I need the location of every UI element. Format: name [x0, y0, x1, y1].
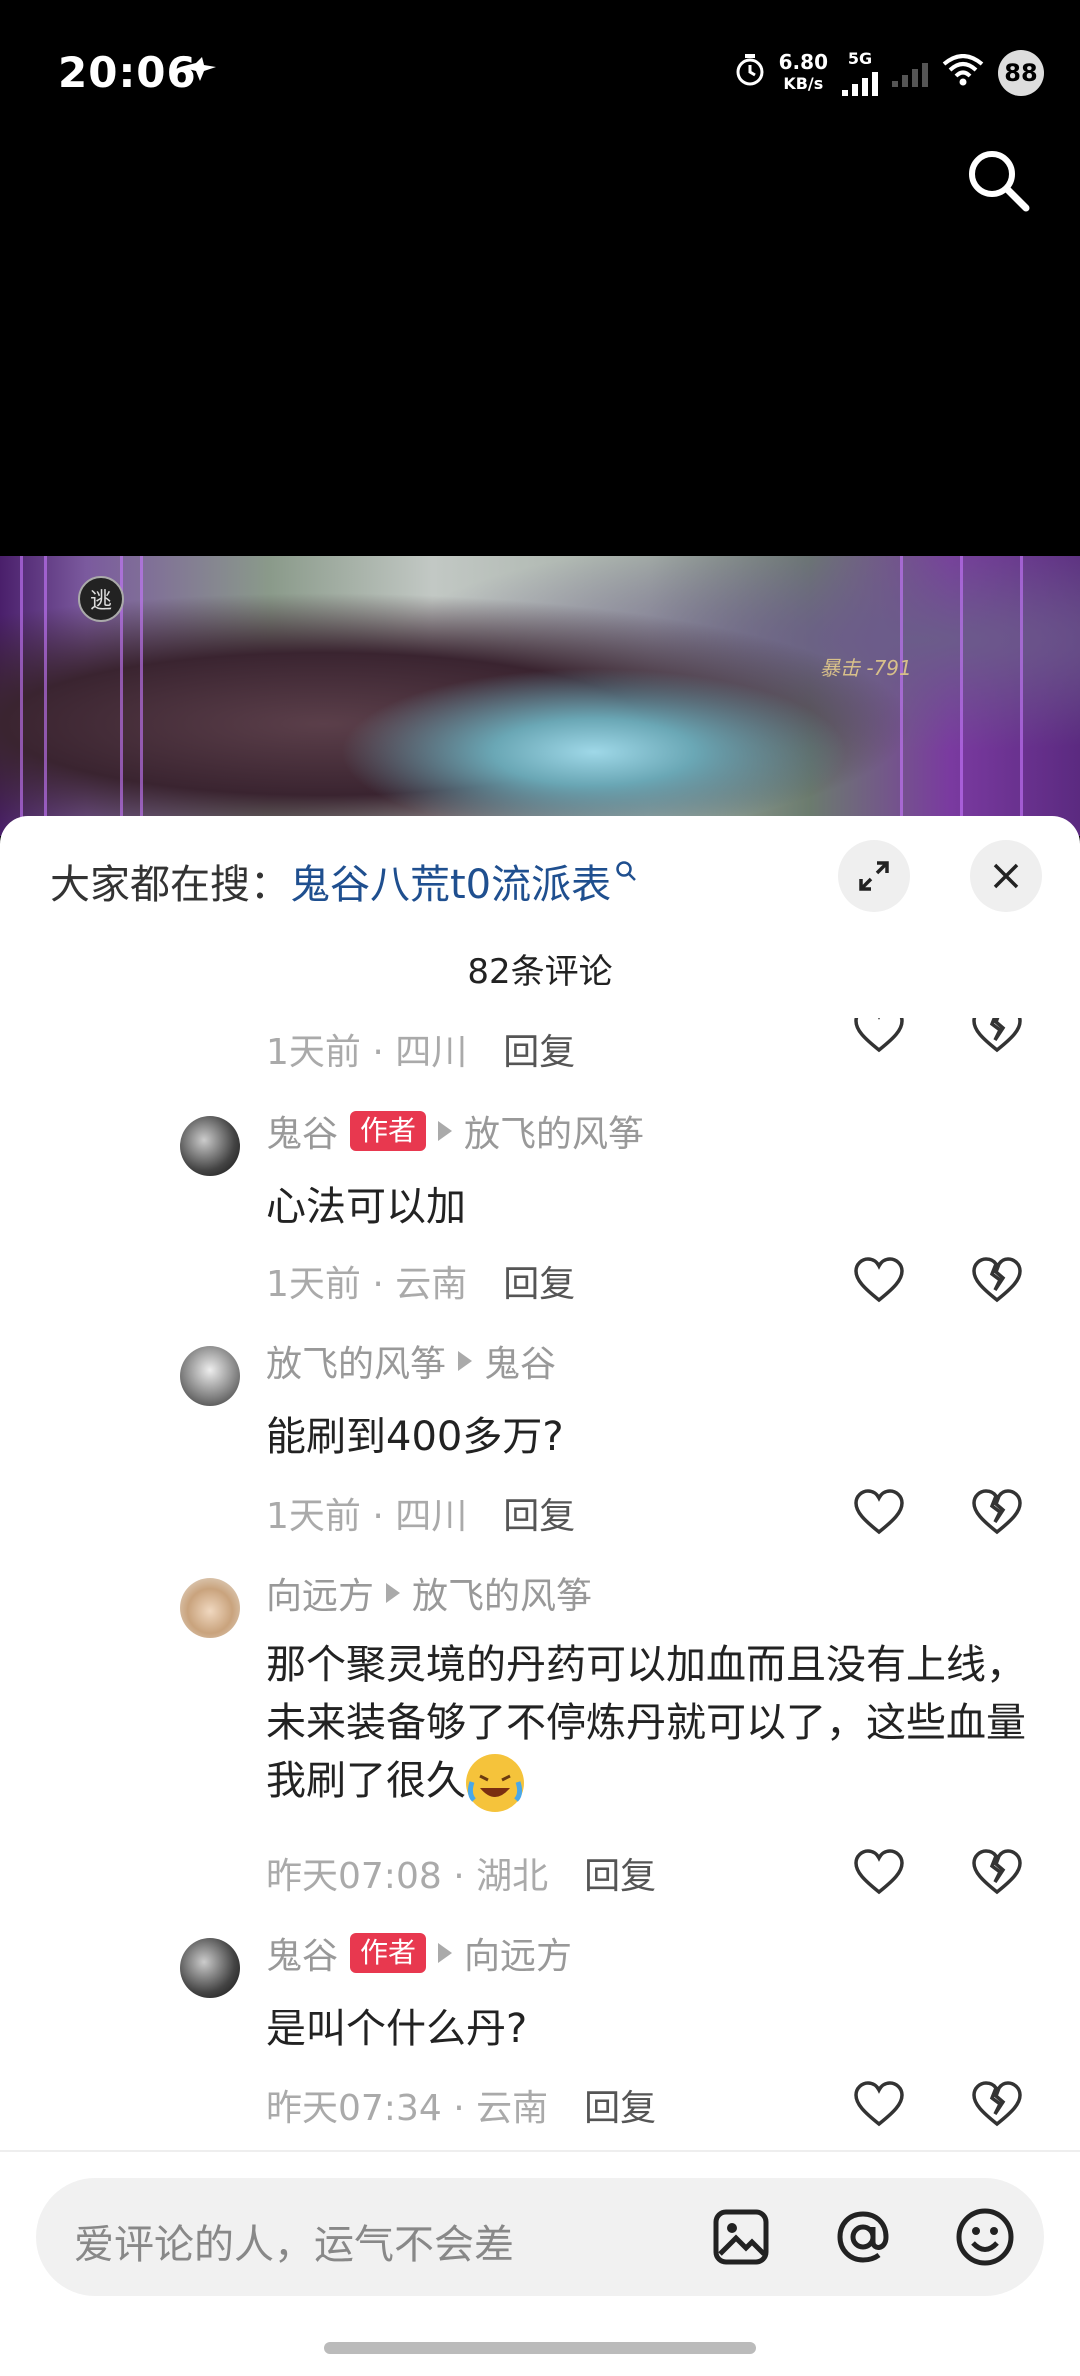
- comment-meta: 昨天07:34 · 云南 回复: [266, 2080, 656, 2130]
- reply-arrow-icon: [386, 1583, 401, 1603]
- avatar[interactable]: [180, 1116, 240, 1176]
- comment-input-placeholder: 爱评论的人，运气不会差: [74, 2222, 514, 2268]
- reply-arrow-icon: [438, 1943, 453, 1963]
- comment-text: 能刷到400多万?: [266, 1414, 564, 1460]
- video-preview[interactable]: 逃 暴击 -791: [0, 556, 1080, 836]
- expand-button[interactable]: [838, 840, 910, 912]
- image-icon[interactable]: [708, 2204, 774, 2270]
- battery-indicator: 88: [998, 50, 1044, 96]
- like-icon[interactable]: [852, 1018, 906, 1058]
- signal-icon: [842, 68, 878, 96]
- author-badge: 作者: [350, 1933, 427, 1973]
- comment-meta: 昨天07:08 · 湖北 回复: [266, 1848, 656, 1898]
- reply-to-user[interactable]: 放飞的风筝: [412, 1567, 592, 1619]
- dislike-icon[interactable]: [970, 1254, 1024, 1308]
- reply-button[interactable]: 回复: [503, 1255, 575, 1307]
- like-icon[interactable]: [852, 1846, 906, 1900]
- mention-icon[interactable]: [830, 2204, 896, 2270]
- avatar[interactable]: [180, 1578, 240, 1638]
- like-icon[interactable]: [852, 1486, 906, 1540]
- net-speed-unit: KB/s: [783, 74, 824, 93]
- comment-user[interactable]: 放飞的风筝: [266, 1335, 446, 1387]
- comment-location: 四川: [395, 1032, 468, 1073]
- comment-sheet: 大家都在搜： 鬼谷八荒t0流派表 82条评论 1天前 · 四川 回复 鬼谷 作者…: [0, 816, 1080, 2376]
- comment-text-content: 那个聚灵境的丹药可以加血而且没有上线，未来装备够了不停炼丹就可以了，这些血量我刷…: [266, 1642, 1026, 1804]
- comment-meta-partial: 1天前 · 四川 回复: [266, 1024, 575, 1074]
- expand-icon: [859, 861, 889, 891]
- net-speed-value: 6.80: [778, 50, 828, 74]
- status-bar: 20:06 6.80 KB/s 5G 88: [0, 0, 1080, 150]
- comment-location: 四川: [395, 1496, 468, 1537]
- dislike-icon[interactable]: [970, 2078, 1024, 2132]
- comment-text: 心法可以加: [266, 1184, 466, 1230]
- comment-time: 昨天07:34: [266, 2088, 442, 2129]
- dislike-icon[interactable]: [970, 1846, 1024, 1900]
- divider: [0, 2150, 1080, 2152]
- comment-count: 82条评论: [467, 952, 613, 992]
- comment-user[interactable]: 向远方: [266, 1567, 374, 1619]
- comment-time: 1天前: [266, 1496, 361, 1537]
- like-icon[interactable]: [852, 2078, 906, 2132]
- comment-text: 是叫个什么丹?: [266, 2006, 528, 2052]
- reply-button[interactable]: 回复: [584, 1847, 656, 1899]
- comment-header: 向远方 放飞的风筝: [266, 1568, 592, 1618]
- comment-location: 湖北: [476, 1856, 549, 1897]
- comment-header: 鬼谷 作者 向远方: [266, 1928, 572, 1978]
- comment-header: 放飞的风筝 鬼谷: [266, 1336, 556, 1386]
- comment-time: 1天前: [266, 1032, 361, 1073]
- reply-to-user[interactable]: 鬼谷: [484, 1335, 556, 1387]
- reply-to-user[interactable]: 放飞的风筝: [464, 1105, 644, 1157]
- laughing-crying-emoji-icon: [466, 1754, 524, 1812]
- reply-button[interactable]: 回复: [584, 2079, 656, 2131]
- comment-user[interactable]: 鬼谷: [266, 1927, 338, 1979]
- comment-input[interactable]: 爱评论的人，运气不会差: [36, 2178, 1044, 2296]
- reply-button[interactable]: 回复: [503, 1487, 575, 1539]
- home-indicator[interactable]: [324, 2342, 756, 2354]
- close-button[interactable]: [970, 840, 1042, 912]
- status-right: 6.80 KB/s 5G 88: [735, 50, 1044, 96]
- comment-meta: 1天前 · 云南 回复: [266, 1256, 575, 1306]
- app-notification-icon: [178, 54, 218, 94]
- close-icon: [993, 863, 1019, 889]
- comment-location: 云南: [476, 2088, 549, 2129]
- avatar[interactable]: [180, 1938, 240, 1998]
- reply-arrow-icon: [438, 1121, 453, 1141]
- small-search-icon: [615, 859, 637, 889]
- search-suggestion[interactable]: 大家都在搜： 鬼谷八荒t0流派表: [50, 856, 637, 908]
- comment-meta: 1天前 · 四川 回复: [266, 1488, 575, 1538]
- alarm-icon: [735, 53, 765, 93]
- status-time: 20:06: [58, 48, 197, 97]
- comment-text: 那个聚灵境的丹药可以加血而且没有上线，未来装备够了不停炼丹就可以了，这些血量我刷…: [266, 1636, 1036, 1812]
- comment-location: 云南: [395, 1264, 468, 1305]
- dislike-icon[interactable]: [970, 1486, 1024, 1540]
- emoji-icon[interactable]: [952, 2204, 1018, 2270]
- reply-button[interactable]: 回复: [503, 1023, 575, 1075]
- dislike-icon[interactable]: [970, 1018, 1024, 1058]
- comment-time: 昨天07:08: [266, 1856, 442, 1897]
- signal-5g: 5G: [842, 50, 878, 96]
- author-badge: 作者: [350, 1111, 427, 1151]
- comment-header: 鬼谷 作者 放飞的风筝: [266, 1106, 644, 1156]
- like-icon[interactable]: [852, 1254, 906, 1308]
- net-speed: 6.80 KB/s: [779, 51, 828, 95]
- avatar[interactable]: [180, 1346, 240, 1406]
- reply-arrow-icon: [458, 1351, 473, 1371]
- reply-to-user[interactable]: 向远方: [464, 1927, 572, 1979]
- signal-sim2-icon: [892, 59, 928, 87]
- wifi-icon: [942, 54, 984, 92]
- search-suggestion-prefix: 大家都在搜：: [50, 862, 290, 908]
- search-icon[interactable]: [966, 148, 1030, 212]
- comment-time: 1天前: [266, 1264, 361, 1305]
- network-type: 5G: [847, 49, 873, 68]
- video-escape-badge: 逃: [78, 576, 124, 622]
- comment-user[interactable]: 鬼谷: [266, 1105, 338, 1157]
- search-suggestion-keyword[interactable]: 鬼谷八荒t0流派表: [290, 852, 611, 910]
- video-damage-text: 暴击 -791: [820, 656, 912, 680]
